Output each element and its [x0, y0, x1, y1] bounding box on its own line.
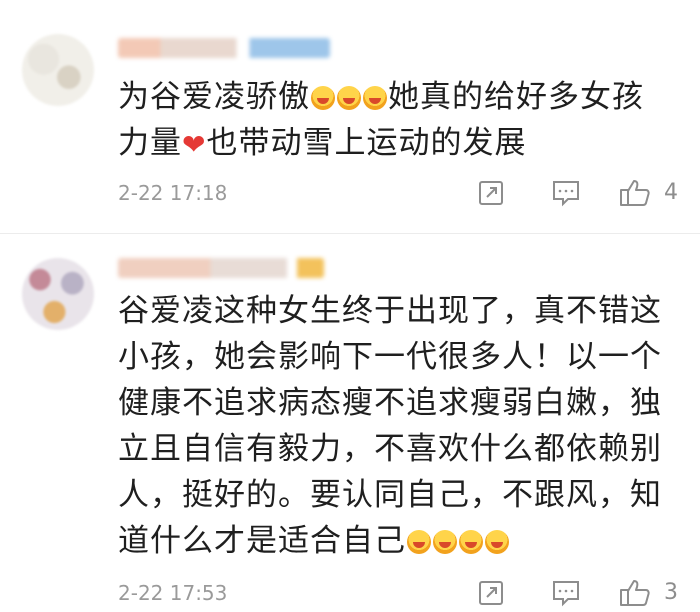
comment-meta: 2-22 17:18 4 [118, 178, 688, 208]
emoji-icon [433, 530, 457, 554]
like-count: 3 [664, 580, 678, 605]
divider [0, 233, 700, 234]
comment-line: 立且自信有毅力，不喜欢什么都依赖别 [118, 431, 662, 467]
emoji-icon [363, 86, 387, 110]
comment-line: 健康不追求病态瘦不追求瘦弱白嫩，独 [118, 385, 662, 421]
emoji-icon [311, 86, 335, 110]
like-count: 4 [664, 180, 678, 205]
thumbs-up-icon[interactable] [618, 178, 652, 208]
comment-line: 谷爱凌这种女生终于出现了，真不错这 [118, 293, 662, 329]
comment-time: 2-22 17:18 [118, 181, 228, 205]
comment-line: 道什么才是适合自己 [118, 523, 406, 559]
comment-text-part: 她真的给好多女孩 [388, 79, 644, 115]
comment-meta: 2-22 17:53 3 [118, 578, 688, 608]
comment-line: 人，挺好的。要认同自己，不跟风，知 [118, 477, 662, 513]
thumbs-up-icon[interactable] [618, 578, 652, 608]
comment-icon[interactable] [550, 178, 582, 208]
comment-text-part: 力量 [118, 125, 182, 161]
avatar[interactable] [22, 258, 94, 330]
emoji-icon [337, 86, 361, 110]
emoji-icon [459, 530, 483, 554]
comment-item: 为谷爱凌骄傲 她真的给好多女孩 力量❤也带动雪上运动的发展 2-22 17:18 [0, 0, 700, 232]
comment-text: 为谷爱凌骄傲 她真的给好多女孩 力量❤也带动雪上运动的发展 [118, 74, 678, 168]
comment-text-part: 为谷爱凌骄傲 [118, 79, 310, 115]
share-icon[interactable] [476, 178, 506, 208]
comment-line: 小孩，她会影响下一代很多人！以一个 [118, 339, 662, 375]
comment-time: 2-22 17:53 [118, 581, 228, 605]
comment-item: 谷爱凌这种女生终于出现了，真不错这 小孩，她会影响下一代很多人！以一个 健康不追… [0, 240, 700, 611]
emoji-icon [407, 530, 431, 554]
username-blurred[interactable] [118, 258, 324, 278]
share-icon[interactable] [476, 578, 506, 608]
username-blurred[interactable] [118, 38, 330, 58]
comment-text-part: 也带动雪上运动的发展 [206, 125, 527, 161]
heart-icon: ❤ [182, 128, 207, 161]
avatar[interactable] [22, 34, 94, 106]
comment-icon[interactable] [550, 578, 582, 608]
emoji-icon [485, 530, 509, 554]
comment-text: 谷爱凌这种女生终于出现了，真不错这 小孩，她会影响下一代很多人！以一个 健康不追… [118, 288, 678, 564]
